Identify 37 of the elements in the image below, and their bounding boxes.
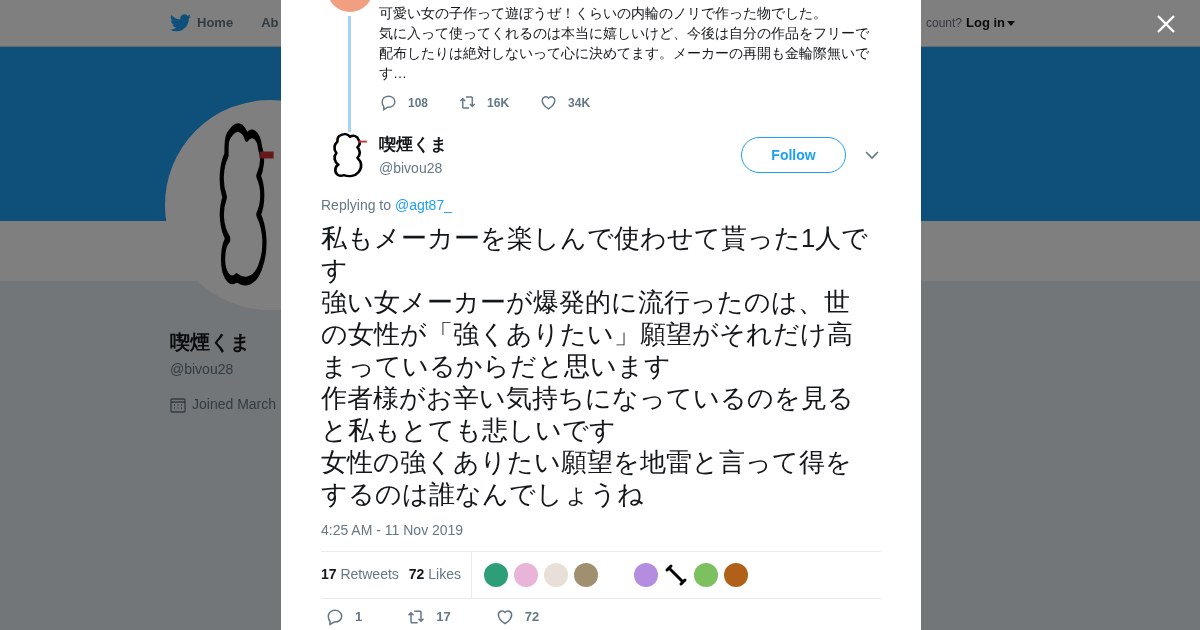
about-link[interactable]: Ab (261, 13, 279, 33)
stat-count[interactable]: 17 Retweets (321, 564, 399, 585)
profile-name: 喫煙くま (170, 330, 250, 355)
action-count: 72 (524, 607, 540, 626)
action-count: 16K (487, 94, 510, 112)
tweet-text: 可愛い女の子作って遊ぼうぜ！くらいの内輪のノリで作った物でした。 (379, 4, 828, 23)
avatar[interactable] (484, 562, 508, 587)
tweet-text: 作者様がお辛い気持ちになっているのを見ると私もとても悲しいです (321, 382, 855, 446)
caret-icon (1007, 20, 1015, 26)
stat-count[interactable]: 72 Likes (408, 564, 461, 585)
tweet-text: 私もメーカーを楽しんで使わせて貰った1人です (321, 222, 869, 286)
bird-icon[interactable] (170, 14, 191, 32)
action-count: 1 (355, 607, 363, 626)
joined-date: Joined March (192, 395, 277, 414)
action-count: 108 (408, 94, 429, 112)
action-count: 34K (568, 94, 591, 112)
mention-link[interactable]: @agt87_ (394, 196, 452, 213)
retweet-icon[interactable] (458, 93, 478, 112)
calendar-icon (170, 396, 186, 413)
profile-handle: @bivou28 (170, 360, 234, 379)
avatar[interactable] (724, 562, 748, 587)
user-name[interactable]: 喫煙くま (379, 132, 741, 158)
tweet-text: 気に入って使ってくれるのは本当に嬉しいけど、今後は自分の作品をフリーで配布したりは絶対しないって心に決めてます。メーカーの再開も金輪際無いです… (379, 24, 870, 83)
user-handle[interactable]: @bivou28 (379, 157, 741, 179)
tweet-timestamp: 4:25 AM - 11 Nov 2019 (321, 520, 465, 540)
tweet-text: 強い女メーカーが爆発的に流行ったのは、世の女性が「強くありたい」願望がそれだけ高まっているからだと思います (321, 286, 854, 382)
account-prompt: count? (925, 15, 962, 32)
close-button[interactable] (1156, 14, 1176, 34)
action-count: 17 (436, 607, 451, 626)
reply-icon[interactable] (379, 93, 398, 112)
chevron-down-icon[interactable] (865, 150, 879, 160)
avatar[interactable] (634, 562, 658, 587)
home-link[interactable]: Home (197, 13, 234, 33)
tweet-text: 女性の強くありたい願望を地雷と言って得をするのは誰なんでしょうね (321, 446, 853, 510)
replying-to: Replying to @agt87_ (321, 195, 454, 215)
avatar[interactable] (574, 562, 598, 587)
login-button[interactable]: Log in (966, 13, 1015, 33)
